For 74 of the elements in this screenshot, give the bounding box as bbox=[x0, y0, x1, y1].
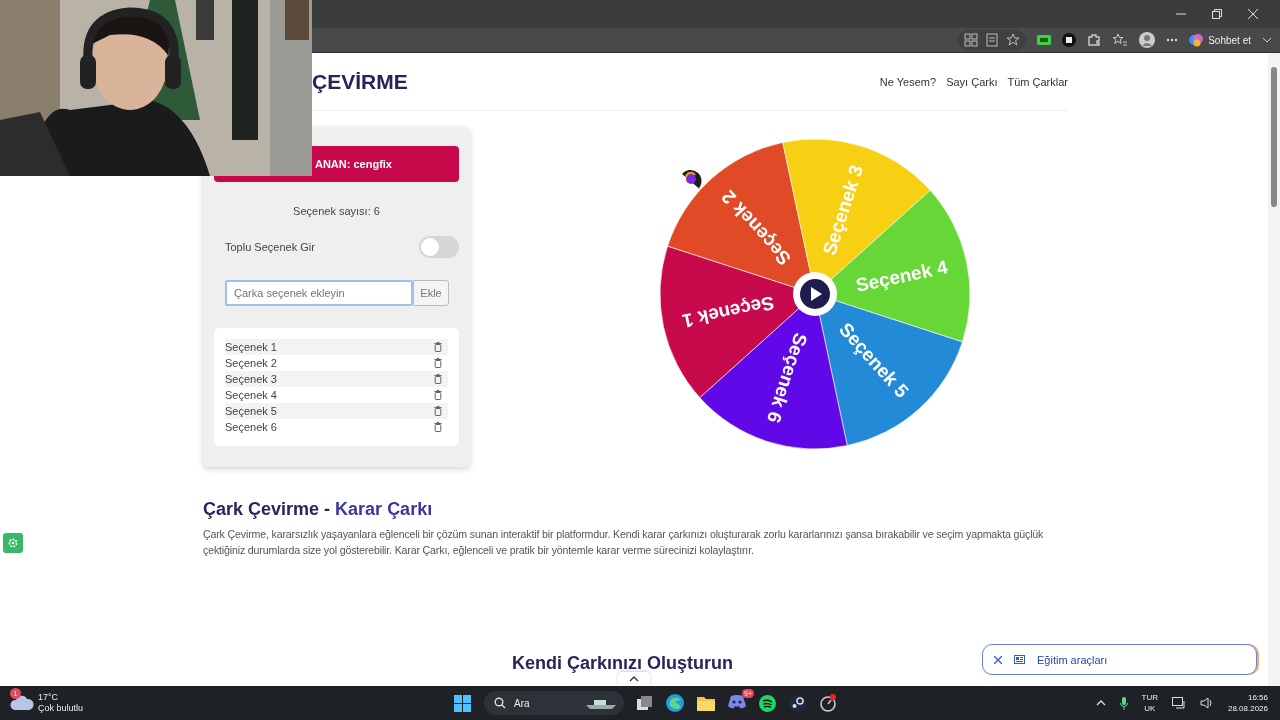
more-icon[interactable] bbox=[1166, 38, 1179, 42]
title-lead: Çark Çevirme - bbox=[203, 499, 331, 519]
extension-icon[interactable] bbox=[1062, 33, 1077, 47]
folder-icon[interactable] bbox=[697, 695, 715, 711]
option-label: Seçenek 1 bbox=[225, 341, 277, 353]
chat-button[interactable]: Sohbet et bbox=[1189, 33, 1251, 47]
nav-link[interactable]: Ne Yesem? bbox=[879, 75, 937, 88]
task-view-icon[interactable] bbox=[637, 696, 653, 710]
chevron-up-icon[interactable] bbox=[1095, 700, 1106, 706]
star-icon[interactable] bbox=[1006, 33, 1021, 47]
cloud-icon bbox=[10, 693, 34, 711]
trash-icon[interactable] bbox=[434, 342, 442, 352]
game-app-icon[interactable] bbox=[789, 694, 806, 712]
profile-icon[interactable] bbox=[1139, 32, 1156, 48]
news-icon bbox=[1014, 655, 1025, 664]
chevron-down-icon[interactable] bbox=[1262, 37, 1272, 43]
chevron-up-icon bbox=[629, 676, 639, 682]
browser-icon[interactable] bbox=[666, 694, 684, 712]
gear-icon bbox=[7, 537, 19, 549]
option-label: Seçenek 5 bbox=[225, 405, 277, 417]
nav-link[interactable]: Sayı Çarkı bbox=[946, 75, 998, 88]
option-count: Seçenek sayısı: 6 bbox=[292, 205, 381, 217]
close-icon[interactable] bbox=[994, 655, 1002, 664]
option-row[interactable]: Seçenek 3 bbox=[225, 371, 448, 387]
toggle-label: Toplu Seçenek Gir bbox=[225, 241, 315, 253]
winner-text: ANAN: cengfix bbox=[315, 158, 392, 170]
tools-link[interactable]: Eğitim araçları bbox=[1037, 653, 1108, 666]
option-label: Seçenek 6 bbox=[225, 421, 277, 433]
app-icon[interactable] bbox=[819, 694, 837, 712]
search-field[interactable]: Ara bbox=[484, 691, 624, 715]
weather-text: Çok bulutlu bbox=[38, 703, 84, 714]
favorites-icon[interactable] bbox=[1112, 33, 1129, 47]
option-input[interactable]: Çarka seçenek ekleyin bbox=[225, 280, 413, 306]
option-label: Seçenek 2 bbox=[225, 357, 277, 369]
slice-label: Seçenek 4 bbox=[854, 256, 950, 296]
option-row[interactable]: Seçenek 4 bbox=[225, 387, 448, 403]
slice-label: Seçenek 1 bbox=[680, 292, 776, 332]
trash-icon[interactable] bbox=[434, 358, 442, 368]
option-row[interactable]: Seçenek 6 bbox=[225, 419, 448, 435]
trash-icon[interactable] bbox=[434, 406, 442, 416]
trash-icon[interactable] bbox=[434, 374, 442, 384]
chat-app-icon[interactable] bbox=[728, 695, 746, 709]
microphone-icon[interactable] bbox=[1119, 696, 1128, 710]
temperature: 17°C bbox=[38, 692, 60, 703]
apps-icon[interactable] bbox=[964, 33, 979, 47]
bulk-toggle[interactable] bbox=[419, 236, 459, 258]
option-row[interactable]: Seçenek 1 bbox=[225, 339, 448, 355]
scrollbar-thumb[interactable] bbox=[1271, 67, 1277, 207]
copilot-icon bbox=[1189, 33, 1204, 47]
play-button[interactable] bbox=[793, 272, 837, 316]
language-indicator[interactable]: TUR UK bbox=[1141, 692, 1158, 714]
trash-icon[interactable] bbox=[434, 422, 442, 432]
option-row[interactable]: Seçenek 2 bbox=[225, 355, 448, 371]
site-logo[interactable]: ÇEVİRME bbox=[312, 69, 408, 94]
windows-icon[interactable] bbox=[454, 694, 471, 712]
scroll-up-button[interactable] bbox=[618, 672, 650, 686]
clock[interactable]: 16:56 28.08.2026 bbox=[1227, 692, 1268, 714]
option-label: Seçenek 4 bbox=[225, 389, 277, 401]
add-button[interactable]: Ekle bbox=[413, 280, 449, 306]
music-app-icon[interactable] bbox=[759, 694, 776, 712]
title-accent: Karar Çarkı bbox=[335, 499, 433, 519]
option-row[interactable]: Seçenek 5 bbox=[225, 403, 448, 419]
nav-link[interactable]: Tüm Çarklar bbox=[1007, 75, 1068, 88]
section-title: Kendi Çarkınızı Oluşturun bbox=[512, 653, 733, 674]
restore-icon[interactable] bbox=[1212, 9, 1222, 19]
volume-icon[interactable] bbox=[1199, 697, 1214, 709]
notification-badge: 1 bbox=[10, 688, 21, 699]
reader-icon[interactable] bbox=[986, 33, 999, 47]
search-icon bbox=[494, 697, 506, 709]
puzzle-icon[interactable] bbox=[1087, 33, 1102, 47]
option-label: Seçenek 3 bbox=[225, 373, 277, 385]
description-paragraph: Çark Çevirme, kararsızlık yaşayanlara eğlenceli bir çözüm sunan interaktif bir platformdur. Kendi karar çarkınızı oluşturarak zorlu kararlarınızı şansa bırakabilir ve seçim yapmakta güçlük çektiğiniz durumlarda size yol gösterebilir. Karar Çarkı, eğlenceli ve pratik bir yöntemle karar verme sürecinizi kolaylaştırır. bbox=[203, 527, 1045, 558]
trash-icon[interactable] bbox=[434, 390, 442, 400]
network-icon[interactable] bbox=[1171, 697, 1186, 709]
